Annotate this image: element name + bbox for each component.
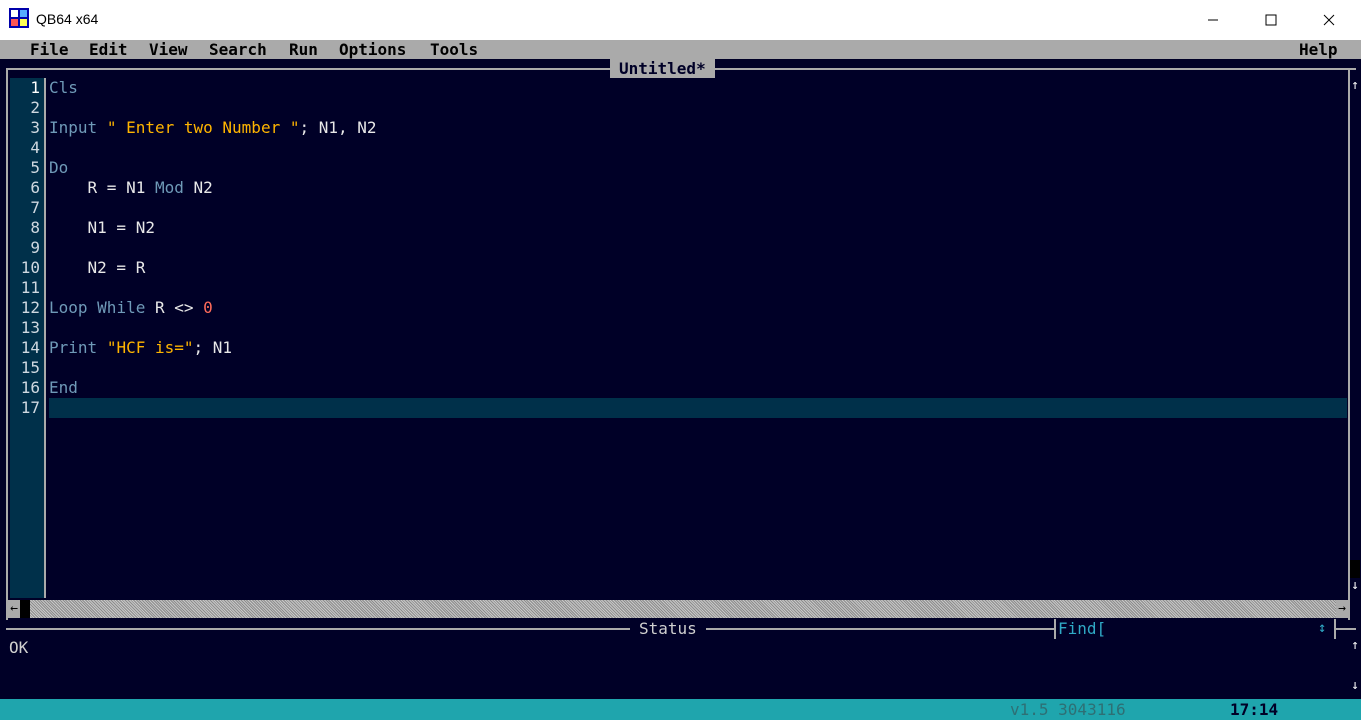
status-title: Status	[630, 619, 706, 638]
code-token: ; N1, N2	[299, 118, 377, 137]
maximize-icon	[1265, 14, 1277, 26]
scroll-left-arrow-icon[interactable]: ←	[8, 600, 20, 618]
number-token: 0	[203, 298, 213, 317]
keyword-token: Loop	[49, 298, 88, 317]
scroll-up-arrow-icon[interactable]: ↑	[1350, 78, 1360, 98]
bottom-status-bar: v1.5 3043116 17:14	[0, 699, 1361, 720]
close-icon	[1323, 14, 1335, 26]
code-line[interactable]	[49, 98, 1347, 118]
line-number: 12	[20, 298, 40, 317]
line-numbers: 1 2 3 4 5 6 7 8 9 10 11 12 13 14 15 16 17	[10, 78, 40, 418]
line-number: 11	[20, 278, 40, 297]
code-line[interactable]: End	[49, 378, 1347, 398]
find-end-separator	[1334, 619, 1336, 639]
line-number: 4	[30, 138, 40, 157]
menu-options[interactable]: Options	[339, 40, 406, 59]
window-title: QB64 x64	[36, 11, 99, 27]
up-down-arrow-icon[interactable]: ↕	[1318, 619, 1332, 638]
code-line[interactable]	[49, 238, 1347, 258]
menu-edit[interactable]: Edit	[89, 40, 128, 59]
code-line[interactable]: Print "HCF is="; N1	[49, 338, 1347, 358]
line-number: 2	[30, 98, 40, 117]
scroll-right-arrow-icon[interactable]: →	[1336, 600, 1348, 618]
code-token: ; N1	[193, 338, 233, 357]
editor-horizontal-scrollbar[interactable]	[8, 600, 1348, 618]
code-token: R = N1	[49, 178, 155, 197]
menu-help[interactable]: Help	[1299, 40, 1338, 59]
code-line[interactable]: Cls	[49, 78, 1347, 98]
vertical-scroll-thumb[interactable]	[1350, 560, 1360, 578]
menu-run[interactable]: Run	[289, 40, 318, 59]
editor-vertical-scrollbar[interactable]	[1350, 78, 1360, 598]
line-number: 15	[20, 358, 40, 377]
line-number: 17	[20, 398, 40, 417]
menu-view[interactable]: View	[149, 40, 188, 59]
string-token: " Enter two Number "	[106, 118, 300, 137]
line-number: 9	[30, 238, 40, 257]
cursor-position: 17:14	[1230, 700, 1279, 719]
minimize-icon	[1208, 19, 1218, 21]
status-message: OK	[9, 638, 29, 657]
maximize-button[interactable]	[1242, 0, 1300, 40]
code-line[interactable]	[49, 198, 1347, 218]
code-token: N2	[183, 178, 213, 197]
status-scroll-up-arrow-icon[interactable]: ↑	[1350, 638, 1360, 658]
code-line[interactable]	[49, 318, 1347, 338]
code-line[interactable]: Do	[49, 158, 1347, 178]
line-number: 6	[30, 178, 40, 197]
keyword-token: Input	[49, 118, 98, 137]
keyword-token: Do	[49, 158, 69, 177]
menu-search[interactable]: Search	[209, 40, 267, 59]
line-number: 8	[30, 218, 40, 237]
keyword-token: Print	[49, 338, 98, 357]
keyword-token: End	[49, 378, 78, 397]
editor-tab-title[interactable]: Untitled*	[610, 59, 715, 78]
code-line[interactable]: N1 = N2	[49, 218, 1347, 238]
menu-file[interactable]: File	[30, 40, 69, 59]
code-line[interactable]	[49, 278, 1347, 298]
title-bar: QB64 x64	[0, 0, 1361, 40]
gutter-divider	[44, 78, 46, 598]
keyword-token: Cls	[49, 78, 78, 97]
qb64-app-icon	[9, 8, 29, 28]
line-number: 10	[20, 258, 40, 277]
line-number: 3	[30, 118, 40, 137]
code-token: N2 = R	[49, 258, 146, 277]
string-token: "HCF is="	[106, 338, 194, 357]
code-line[interactable]	[49, 138, 1347, 158]
code-line[interactable]	[49, 398, 1347, 418]
code-editor[interactable]: Cls Input " Enter two Number "; N1, N2 Do …	[49, 78, 1347, 418]
menu-bar: File Edit View Search Run Options Tools …	[0, 40, 1361, 59]
horizontal-scroll-thumb[interactable]	[20, 600, 30, 618]
menu-tools[interactable]: Tools	[430, 40, 478, 59]
code-line[interactable]	[49, 358, 1347, 378]
minimize-button[interactable]	[1184, 0, 1242, 40]
status-scroll-down-arrow-icon[interactable]: ↓	[1350, 678, 1360, 698]
scroll-down-arrow-icon[interactable]: ↓	[1350, 578, 1360, 598]
code-token: N1 = N2	[49, 218, 155, 237]
version-label: v1.5 3043116	[1010, 700, 1126, 719]
line-number: 16	[20, 378, 40, 397]
keyword-token: Mod	[154, 178, 184, 197]
line-number: 5	[30, 158, 40, 177]
find-input[interactable]: Find[	[1056, 619, 1334, 638]
keyword-token: While	[97, 298, 146, 317]
editor-frame-left	[6, 68, 8, 620]
line-number: 14	[20, 338, 40, 357]
line-number: 1	[30, 78, 40, 97]
line-number: 7	[30, 198, 40, 217]
code-line[interactable]: R = N1 Mod N2	[49, 178, 1347, 198]
line-number: 13	[20, 318, 40, 337]
code-line[interactable]: N2 = R	[49, 258, 1347, 278]
close-button[interactable]	[1300, 0, 1358, 40]
code-line[interactable]: Input " Enter two Number "; N1, N2	[49, 118, 1347, 138]
code-token: R <>	[145, 298, 204, 317]
code-line[interactable]: Loop While R <> 0	[49, 298, 1347, 318]
